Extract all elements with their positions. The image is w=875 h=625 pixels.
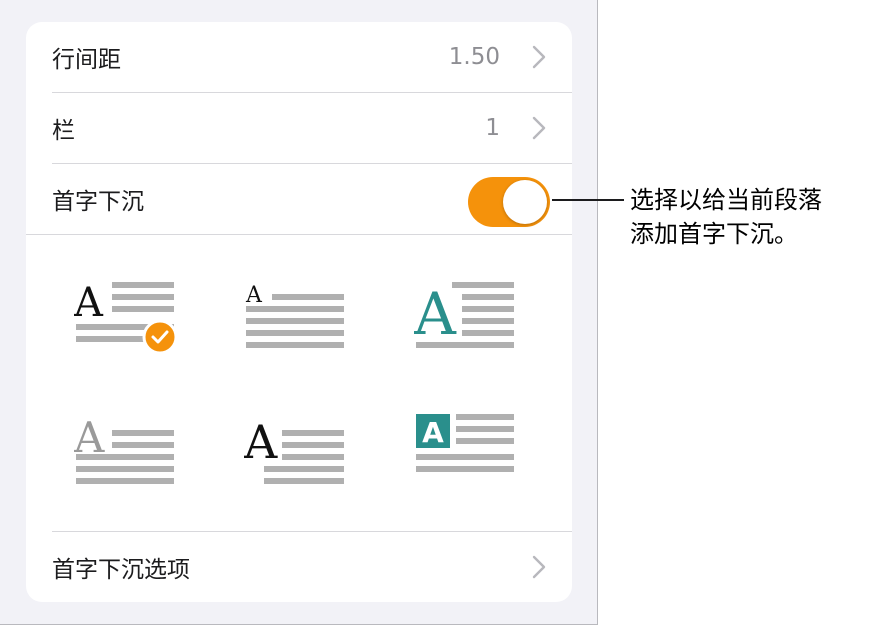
drop-cap-options-row[interactable]: 首字下沉选项	[26, 532, 572, 602]
drop-cap-style-5-preview-icon: A	[244, 415, 344, 484]
drop-cap-style-1[interactable]: A	[74, 278, 184, 358]
drop-cap-style-5[interactable]: A	[244, 410, 354, 490]
columns-row[interactable]: 栏 1	[26, 93, 572, 163]
drop-cap-letter: A	[422, 416, 444, 449]
drop-cap-label: 首字下沉	[52, 189, 144, 215]
columns-label: 栏	[52, 118, 75, 144]
layout-settings-card: 行间距 1.50 栏 1 首字下沉 A A A A A A 首字下沉选项	[26, 22, 572, 602]
line-spacing-value: 1.50	[448, 44, 500, 70]
drop-cap-style-2[interactable]: A	[244, 278, 354, 358]
callout-text: 选择以给当前段落 添加首字下沉。	[630, 183, 870, 251]
chevron-right-icon	[532, 116, 546, 140]
selected-check-icon	[142, 319, 178, 355]
separator	[26, 234, 572, 235]
drop-cap-options-label: 首字下沉选项	[52, 557, 190, 583]
callout-line-1: 选择以给当前段落	[630, 186, 822, 214]
drop-cap-style-3[interactable]: A	[414, 278, 524, 358]
chevron-right-icon	[532, 555, 546, 579]
drop-cap-letter: A	[245, 283, 263, 308]
drop-cap-style-1-preview-icon: A	[74, 280, 178, 355]
drop-cap-letter: A	[414, 280, 457, 348]
drop-cap-style-6-preview-icon: A	[416, 414, 514, 472]
callout-leader-line	[552, 199, 624, 201]
line-spacing-label: 行间距	[52, 47, 121, 73]
drop-cap-style-4-preview-icon: A	[74, 413, 174, 484]
drop-cap-letter: A	[74, 280, 104, 326]
line-spacing-row[interactable]: 行间距 1.50	[26, 22, 572, 92]
drop-cap-letter: A	[244, 415, 278, 469]
drop-cap-style-2-preview-icon: A	[245, 283, 344, 348]
chevron-right-icon	[532, 45, 546, 69]
drop-cap-row: 首字下沉	[26, 164, 572, 234]
callout-line-2: 添加首字下沉。	[630, 220, 798, 248]
toggle-knob	[503, 180, 547, 224]
columns-value: 1	[485, 115, 500, 141]
drop-cap-style-3-preview-icon: A	[414, 280, 514, 348]
drop-cap-toggle[interactable]	[468, 177, 550, 227]
drop-cap-style-6[interactable]: A	[414, 410, 524, 490]
drop-cap-style-4[interactable]: A	[74, 410, 184, 490]
